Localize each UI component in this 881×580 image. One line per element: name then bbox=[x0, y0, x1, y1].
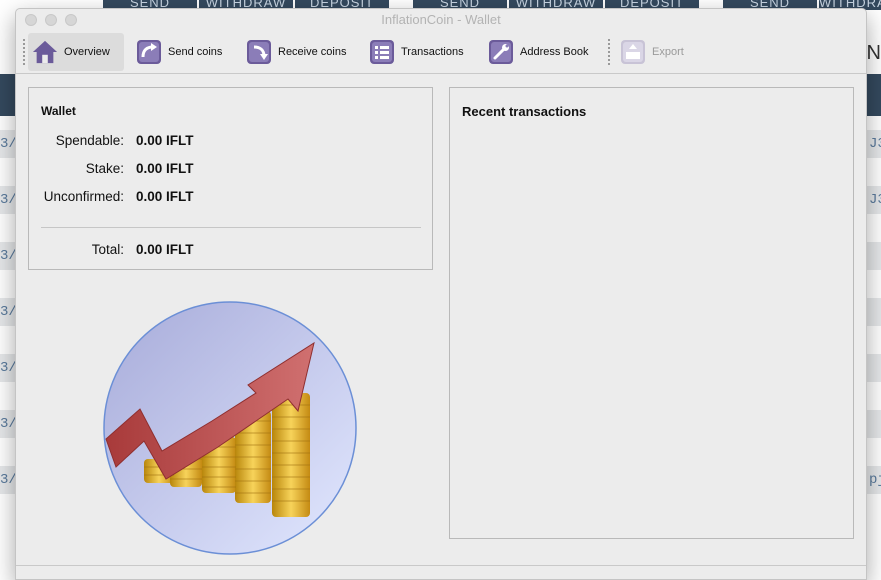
unconfirmed-label: Unconfirmed: bbox=[43, 189, 124, 204]
inflationcoin-logo bbox=[102, 301, 358, 560]
send-icon bbox=[136, 39, 162, 65]
window-title: InflationCoin - Wallet bbox=[381, 12, 501, 27]
wallet-panel: Wallet Spendable: 0.00 IFLT Stake: 0.00 … bbox=[28, 87, 433, 270]
send-coins-button[interactable]: Send coins bbox=[136, 33, 222, 71]
bg-row-tail: J3 bbox=[869, 136, 881, 152]
export-label: Export bbox=[652, 46, 684, 58]
stake-value: 0.00 IFLT bbox=[136, 161, 194, 176]
receive-coins-label: Receive coins bbox=[278, 46, 347, 58]
send-coins-label: Send coins bbox=[168, 46, 223, 58]
list-icon bbox=[369, 39, 395, 65]
total-value: 0.00 IFLT bbox=[136, 242, 194, 257]
bg-edge-letter: N bbox=[866, 42, 881, 64]
bg-row-date: 3/2 bbox=[0, 136, 26, 152]
stake-label: Stake: bbox=[85, 161, 124, 176]
address-book-button[interactable]: Address Book bbox=[488, 33, 588, 71]
bg-row-date: 3/2 bbox=[0, 248, 26, 264]
transactions-button[interactable]: Transactions bbox=[369, 33, 464, 71]
bg-row-date: 3/2 bbox=[0, 360, 26, 376]
wrench-icon bbox=[488, 39, 514, 65]
unconfirmed-value: 0.00 IFLT bbox=[136, 189, 194, 204]
transactions-label: Transactions bbox=[401, 46, 464, 58]
wallet-title: Wallet bbox=[41, 104, 76, 118]
wallet-window: InflationCoin - Wallet Overview Send coi… bbox=[15, 8, 867, 580]
receive-coins-button[interactable]: Receive coins bbox=[246, 33, 346, 71]
home-icon bbox=[32, 39, 58, 65]
wallet-divider bbox=[41, 227, 421, 228]
toolbar-handle[interactable] bbox=[23, 39, 25, 65]
spendable-value: 0.00 IFLT bbox=[136, 133, 194, 148]
address-book-label: Address Book bbox=[520, 46, 589, 58]
recent-transactions-title: Recent transactions bbox=[462, 104, 587, 119]
export-icon bbox=[620, 39, 646, 65]
bg-row-date: 3/2 bbox=[0, 192, 26, 208]
status-bar bbox=[16, 565, 866, 566]
export-button[interactable]: Export bbox=[620, 33, 684, 71]
recent-transactions-panel: Recent transactions bbox=[449, 87, 854, 539]
overview-button[interactable]: Overview bbox=[28, 33, 124, 71]
bg-row-tail: pj bbox=[869, 472, 881, 488]
spendable-label: Spendable: bbox=[55, 133, 124, 148]
bg-row-tail: J3 bbox=[869, 192, 881, 208]
overview-label: Overview bbox=[64, 46, 110, 58]
bg-row-date: 3/2 bbox=[0, 416, 26, 432]
bg-row-date: 3/2 bbox=[0, 304, 26, 320]
total-label: Total: bbox=[91, 242, 124, 257]
toolbar-separator bbox=[608, 39, 610, 65]
toolbar: Overview Send coins Receive coins Transa… bbox=[16, 31, 866, 74]
title-bar[interactable]: InflationCoin - Wallet bbox=[16, 9, 866, 31]
receive-icon bbox=[246, 39, 272, 65]
bg-row-date: 3/2 bbox=[0, 472, 26, 488]
